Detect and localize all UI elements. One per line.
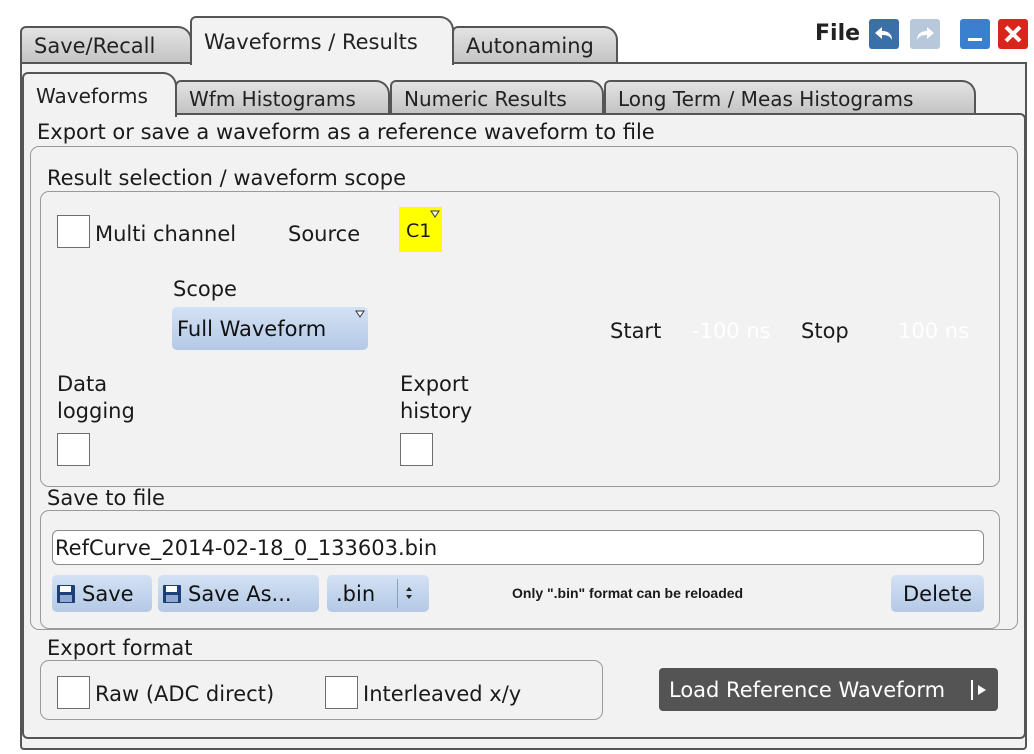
scope-value: Full Waveform bbox=[177, 316, 327, 341]
format-select[interactable]: .bin bbox=[327, 575, 429, 612]
stop-value[interactable]: 100 ns bbox=[898, 321, 969, 342]
export-history-label-line1: Export bbox=[400, 372, 469, 396]
interleaved-xy-label: Interleaved x/y bbox=[363, 682, 522, 706]
scope-label: Scope bbox=[173, 277, 237, 301]
redo-button[interactable] bbox=[910, 19, 940, 49]
floppy-disk-icon bbox=[163, 584, 181, 603]
triangle-right-icon bbox=[978, 685, 986, 695]
stop-label: Stop bbox=[801, 319, 849, 343]
tab-waveforms-results-label: Waveforms / Results bbox=[204, 29, 418, 54]
load-reference-waveform-button[interactable]: Load Reference Waveform bbox=[659, 668, 998, 711]
multi-channel-label: Multi channel bbox=[95, 222, 237, 246]
close-icon bbox=[1004, 25, 1022, 43]
start-label: Start bbox=[610, 319, 662, 343]
minimize-icon bbox=[968, 38, 982, 41]
tab-waveforms-label: Waveforms bbox=[36, 83, 148, 108]
format-value: .bin bbox=[336, 581, 376, 606]
tab-numeric-results-label: Numeric Results bbox=[404, 86, 567, 111]
source-label: Source bbox=[288, 222, 361, 246]
tab-autonaming-label: Autonaming bbox=[466, 34, 594, 58]
dropdown-arrow-icon bbox=[355, 310, 365, 318]
start-value[interactable]: -100 ns bbox=[692, 321, 771, 342]
raw-adc-direct-label: Raw (ADC direct) bbox=[95, 682, 275, 706]
tab-long-term-meas-histograms[interactable]: Long Term / Meas Histograms bbox=[604, 80, 976, 115]
delete-label: Delete bbox=[903, 581, 972, 606]
tab-wfm-histograms-label: Wfm Histograms bbox=[189, 86, 356, 111]
tab-autonaming[interactable]: Autonaming bbox=[452, 26, 618, 64]
undo-button[interactable] bbox=[869, 19, 899, 49]
save-as-label: Save As... bbox=[188, 581, 292, 606]
source-value: C1 bbox=[406, 220, 432, 242]
save-to-file-title: Save to file bbox=[47, 486, 165, 510]
filename-input[interactable]: RefCurve_2014-02-18_0_133603.bin bbox=[52, 530, 984, 565]
save-as-button[interactable]: Save As... bbox=[158, 575, 319, 612]
save-button[interactable]: Save bbox=[52, 575, 152, 612]
data-logging-label-line1: Data bbox=[57, 372, 108, 396]
export-history-label-line2: history bbox=[400, 399, 473, 423]
export-history-checkbox[interactable] bbox=[400, 433, 433, 466]
undo-icon bbox=[875, 27, 892, 40]
save-label: Save bbox=[82, 581, 134, 606]
floppy-disk-icon bbox=[57, 584, 75, 603]
filename-value: RefCurve_2014-02-18_0_133603.bin bbox=[55, 536, 438, 560]
result-selection-title: Result selection / waveform scope bbox=[47, 166, 406, 190]
format-separator bbox=[397, 579, 398, 608]
interleaved-xy-checkbox[interactable] bbox=[325, 676, 358, 709]
load-reference-separator bbox=[971, 680, 973, 700]
tab-wfm-histograms[interactable]: Wfm Histograms bbox=[175, 80, 390, 115]
close-button[interactable] bbox=[998, 19, 1028, 49]
scope-select[interactable]: Full Waveform bbox=[172, 307, 368, 350]
load-reference-waveform-label: Load Reference Waveform bbox=[669, 678, 946, 702]
tab-long-term-meas-histograms-label: Long Term / Meas Histograms bbox=[618, 86, 914, 111]
tab-save-recall[interactable]: Save/Recall bbox=[20, 26, 192, 64]
tab-numeric-results[interactable]: Numeric Results bbox=[390, 80, 604, 115]
raw-adc-direct-checkbox[interactable] bbox=[57, 676, 90, 709]
dialog-title: File bbox=[815, 21, 861, 46]
format-note: Only ".bin" format can be reloaded bbox=[512, 585, 744, 601]
export-format-title: Export format bbox=[47, 636, 193, 660]
data-logging-label-line2: logging bbox=[57, 399, 135, 423]
dropdown-arrow-icon bbox=[430, 210, 440, 218]
tab-waveforms-results[interactable]: Waveforms / Results bbox=[190, 16, 454, 65]
multi-channel-checkbox[interactable] bbox=[57, 215, 90, 248]
up-down-arrows-icon bbox=[406, 587, 412, 599]
source-select[interactable]: C1 bbox=[399, 207, 442, 252]
minimize-button[interactable] bbox=[960, 19, 990, 49]
tab-waveforms[interactable]: Waveforms bbox=[22, 72, 177, 117]
tab-save-recall-label: Save/Recall bbox=[34, 34, 156, 58]
data-logging-checkbox[interactable] bbox=[57, 433, 90, 466]
redo-icon bbox=[917, 27, 934, 40]
panel-description: Export or save a waveform as a reference… bbox=[37, 120, 655, 144]
delete-button[interactable]: Delete bbox=[891, 575, 984, 612]
